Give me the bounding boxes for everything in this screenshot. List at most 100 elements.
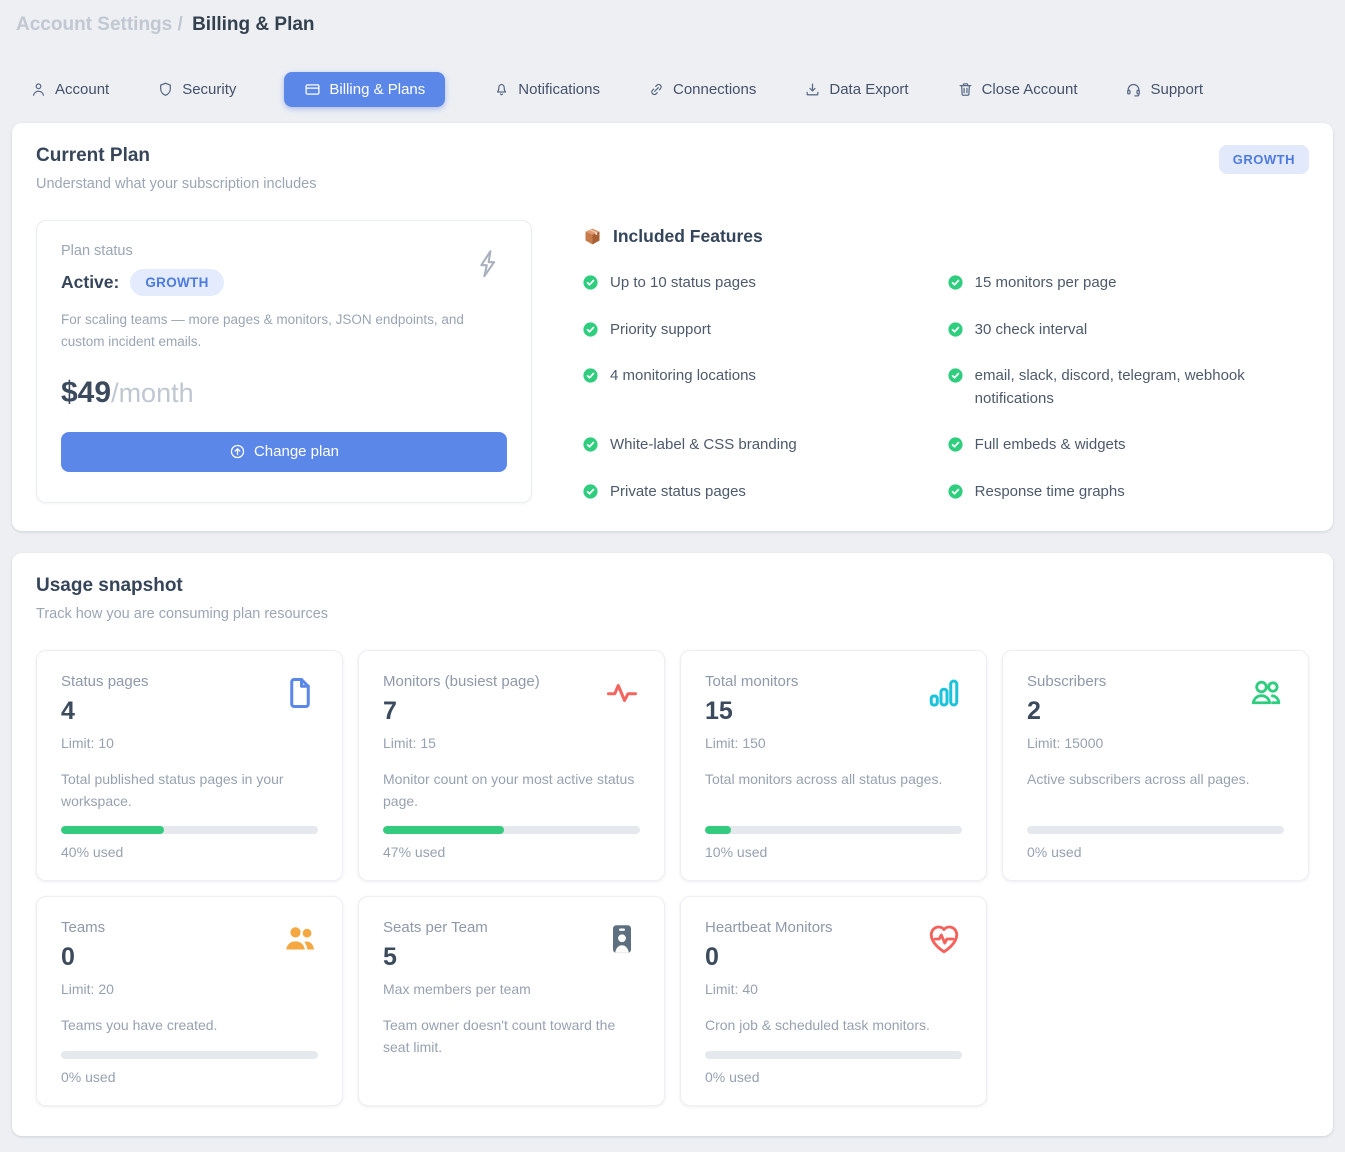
plan-status-label: Plan status xyxy=(61,243,507,259)
lightning-icon xyxy=(473,247,503,281)
current-plan-subtitle: Understand what your subscription includ… xyxy=(36,176,316,192)
tab-label: Account xyxy=(55,81,109,98)
usage-progress-fill xyxy=(61,826,164,834)
current-plan-title: Current Plan xyxy=(36,145,316,167)
breadcrumb-section[interactable]: Account Settings / xyxy=(16,14,183,35)
breadcrumb-current-page: Billing & Plan xyxy=(192,14,314,35)
usage-progress-track xyxy=(61,826,318,834)
usage-card-heartbeat-monitors: Heartbeat Monitors 0 Limit: 40 Cron job … xyxy=(680,896,987,1106)
check-circle-icon xyxy=(947,321,964,338)
usage-card-limit: Limit: 40 xyxy=(705,981,833,997)
feature-label: 30 check interval xyxy=(975,319,1088,342)
check-circle-icon xyxy=(947,367,964,384)
usage-card-status-pages: Status pages 4 Limit: 10 Total published… xyxy=(36,650,343,881)
check-circle-icon xyxy=(582,321,599,338)
usage-card-label: Teams xyxy=(61,919,114,936)
usage-card-description: Monitor count on your most active status… xyxy=(383,769,640,812)
usage-percent-label: 0% used xyxy=(705,1069,962,1085)
feature-item: Private status pages xyxy=(582,481,903,504)
tab-account[interactable]: Account xyxy=(30,81,109,98)
tab-label: Security xyxy=(182,81,236,98)
id-badge-icon xyxy=(604,921,640,957)
feature-item: White-label & CSS branding xyxy=(582,434,903,457)
feature-label: Response time graphs xyxy=(975,481,1125,504)
tab-label: Connections xyxy=(673,81,756,98)
usage-card-description: Total monitors across all status pages. xyxy=(705,769,962,812)
usage-card-value: 0 xyxy=(61,943,114,972)
tab-support[interactable]: Support xyxy=(1125,81,1203,98)
check-circle-icon xyxy=(947,274,964,291)
feature-item: 15 monitors per page xyxy=(947,272,1309,295)
usage-card-value: 4 xyxy=(61,697,149,726)
check-circle-icon xyxy=(582,274,599,291)
plan-status-box: Plan status Active: GROWTH For scaling t… xyxy=(36,220,532,503)
usage-progress-track xyxy=(705,1051,962,1059)
usage-card-limit: Max members per team xyxy=(383,981,531,997)
usage-percent-label: 0% used xyxy=(1027,844,1284,860)
check-circle-icon xyxy=(582,367,599,384)
feature-item: Up to 10 status pages xyxy=(582,272,903,295)
usage-card-label: Status pages xyxy=(61,673,149,690)
feature-item: Full embeds & widgets xyxy=(947,434,1309,457)
included-features: Included Features Up to 10 status pages … xyxy=(582,220,1309,503)
arrow-up-circle-icon xyxy=(229,443,246,460)
feature-item: Response time graphs xyxy=(947,481,1309,504)
person-icon xyxy=(30,81,47,98)
feature-label: 4 monitoring locations xyxy=(610,365,756,388)
plan-period: /month xyxy=(111,378,194,408)
tab-notifications[interactable]: Notifications xyxy=(493,81,600,98)
usage-subtitle: Track how you are consuming plan resourc… xyxy=(36,606,328,622)
change-plan-button[interactable]: Change plan xyxy=(61,432,507,472)
credit-card-icon xyxy=(304,81,321,98)
users-outline-icon xyxy=(1248,675,1284,711)
tab-security[interactable]: Security xyxy=(157,81,236,98)
heart-pulse-icon xyxy=(926,921,962,957)
usage-card-teams: Teams 0 Limit: 20 Teams you have created… xyxy=(36,896,343,1106)
usage-card-limit: Limit: 15000 xyxy=(1027,735,1106,751)
usage-title: Usage snapshot xyxy=(36,575,328,597)
usage-percent-label: 47% used xyxy=(383,844,640,860)
usage-card-value: 0 xyxy=(705,943,833,972)
usage-card-seats-per-team: Seats per Team 5 Max members per team Te… xyxy=(358,896,665,1106)
usage-snapshot-card: Usage snapshot Track how you are consumi… xyxy=(12,553,1333,1136)
tab-data-export[interactable]: Data Export xyxy=(804,81,908,98)
plan-active-text: Active: xyxy=(61,272,119,293)
check-circle-icon xyxy=(582,483,599,500)
usage-card-value: 15 xyxy=(705,697,798,726)
feature-item: 30 check interval xyxy=(947,319,1309,342)
plan-name-pill: GROWTH xyxy=(130,269,223,296)
usage-progress-track xyxy=(705,826,962,834)
bell-icon xyxy=(493,81,510,98)
tab-close-account[interactable]: Close Account xyxy=(957,81,1078,98)
feature-item: email, slack, discord, telegram, webhook… xyxy=(947,365,1309,410)
usage-card-value: 2 xyxy=(1027,697,1106,726)
usage-progress-track xyxy=(1027,826,1284,834)
headset-icon xyxy=(1125,81,1142,98)
tab-connections[interactable]: Connections xyxy=(648,81,756,98)
tab-label: Close Account xyxy=(982,81,1078,98)
tab-billing-plans[interactable]: Billing & Plans xyxy=(284,72,445,107)
usage-card-description: Total published status pages in your wor… xyxy=(61,769,318,812)
feature-label: 15 monitors per page xyxy=(975,272,1117,295)
feature-label: Up to 10 status pages xyxy=(610,272,756,295)
usage-percent-label: 40% used xyxy=(61,844,318,860)
usage-card-description: Cron job & scheduled task monitors. xyxy=(705,1015,962,1037)
usage-card-label: Seats per Team xyxy=(383,919,531,936)
package-icon xyxy=(582,226,603,247)
features-title: Included Features xyxy=(613,226,763,247)
feature-label: White-label & CSS branding xyxy=(610,434,797,457)
bar-chart-icon xyxy=(926,675,962,711)
tab-label: Data Export xyxy=(829,81,908,98)
tab-bar: Account Security Billing & Plans Notific… xyxy=(30,72,1315,107)
usage-progress-fill xyxy=(383,826,504,834)
usage-card-monitors-busiest-page: Monitors (busiest page) 7 Limit: 15 Moni… xyxy=(358,650,665,881)
feature-label: Full embeds & widgets xyxy=(975,434,1126,457)
users-filled-icon xyxy=(282,921,318,957)
feature-label: email, slack, discord, telegram, webhook… xyxy=(975,365,1309,410)
usage-card-limit: Limit: 15 xyxy=(383,735,540,751)
check-circle-icon xyxy=(947,436,964,453)
usage-percent-label: 10% used xyxy=(705,844,962,860)
usage-card-label: Monitors (busiest page) xyxy=(383,673,540,690)
current-plan-card: Current Plan Understand what your subscr… xyxy=(12,123,1333,531)
usage-card-description: Active subscribers across all pages. xyxy=(1027,769,1284,812)
